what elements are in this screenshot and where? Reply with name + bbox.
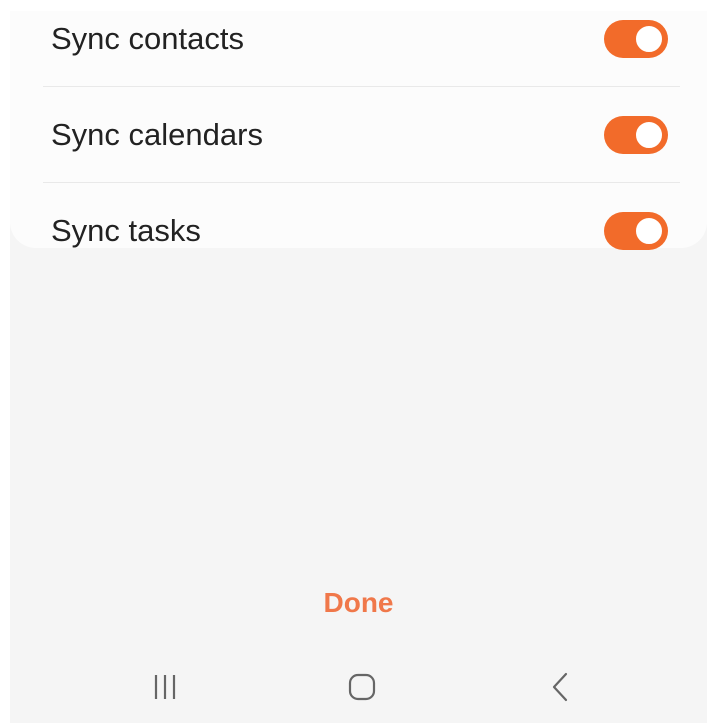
sync-settings-screen: Sync contacts Sync calendars Sync tasks … [10,11,707,723]
setting-row-sync-contacts[interactable]: Sync contacts [43,11,680,87]
sync-settings-card: Sync contacts Sync calendars Sync tasks [10,11,707,250]
home-icon [348,673,376,701]
toggle-knob [633,215,665,247]
home-button[interactable] [340,671,384,703]
system-navigation-bar [10,651,707,723]
back-icon [552,672,568,702]
setting-label: Sync tasks [51,213,201,248]
sync-tasks-toggle[interactable] [604,212,668,250]
back-button[interactable] [538,671,582,703]
toggle-knob [633,23,665,55]
setting-label: Sync contacts [51,21,244,56]
done-button[interactable]: Done [10,587,707,619]
setting-row-sync-calendars[interactable]: Sync calendars [43,87,680,183]
recent-apps-button[interactable] [143,671,187,703]
sync-calendars-toggle[interactable] [604,116,668,154]
sync-contacts-toggle[interactable] [604,20,668,58]
recent-apps-icon [154,675,176,699]
setting-row-sync-tasks[interactable]: Sync tasks [43,183,680,279]
toggle-knob [633,119,665,151]
setting-label: Sync calendars [51,117,263,152]
